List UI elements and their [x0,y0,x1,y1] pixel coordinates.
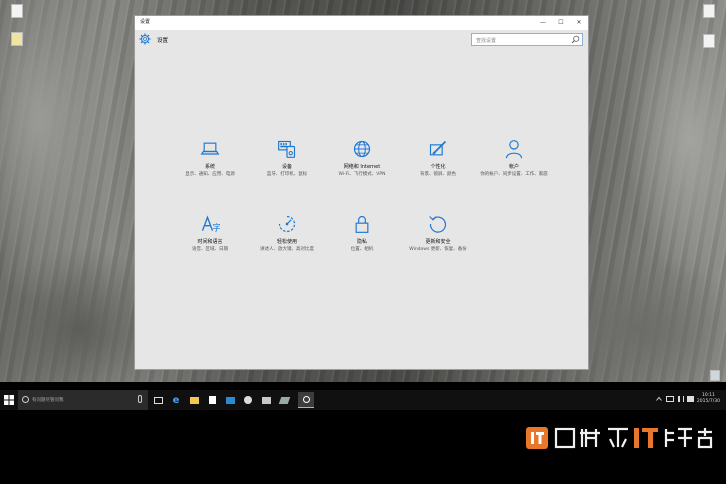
close-button[interactable]: ✕ [570,16,588,30]
taskbar-edge[interactable]: e [168,392,184,408]
globe-icon [353,140,371,158]
update-icon [429,216,447,233]
category-time-language[interactable]: 字 时间和语言 语音、区域、日期 [170,214,250,253]
category-system[interactable]: 系统 显示、通知、应用、电源 [170,139,250,178]
start-button[interactable] [0,390,18,410]
personalization-icon [429,140,447,156]
taskbar: 有问题尽管问我 e 10:11 2015/7/30 [0,390,726,410]
category-update-security[interactable]: 更新和安全 Windows 更新、恢复、备份 [398,214,478,253]
category-desc: 显示、通知、应用、电源 [185,172,235,177]
category-desc: 位置、相机 [350,247,374,252]
category-name: 网络和 Internet [343,164,381,170]
category-personalization[interactable]: 个性化 背景、锁屏、颜色 [398,139,478,178]
windows-logo-icon [4,395,14,405]
app-icon [278,396,290,404]
taskbar-store[interactable] [204,392,220,408]
action-center-icon[interactable] [687,396,694,402]
edge-icon: e [172,394,180,406]
minimize-button[interactable]: — [534,16,552,30]
gear-icon [139,33,151,45]
category-desc: 背景、锁屏、颜色 [420,172,456,177]
desktop-file-icon[interactable] [694,34,724,50]
category-desc: Windows 更新、恢复、备份 [409,247,467,252]
category-name: 帐户 [508,164,519,170]
folder-icon [189,396,199,404]
search-input[interactable]: 查找设置 [471,33,583,46]
taskbar-explorer[interactable] [186,392,202,408]
category-desc: 你的帐户、同步设置、工作、家庭 [480,172,548,177]
title-bar[interactable]: 设置 — ☐ ✕ [135,16,588,30]
category-desc: 蓝牙、打印机、鼠标 [266,172,308,177]
category-name: 时间和语言 [197,239,223,245]
cortana-search-box[interactable]: 有问题尽管问我 [18,390,148,410]
category-desc: 语音、区域、日期 [192,247,228,252]
microphone-icon[interactable] [138,395,142,403]
maximize-button[interactable]: ☐ [552,16,570,30]
time-language-icon: 字 [201,215,221,233]
category-name: 更新和安全 [425,239,451,245]
settings-window: 设置 — ☐ ✕ 设置 查找设置 系统 显示、通知、应用、电源 设备 蓝牙、打印… [134,15,589,370]
page-title: 设置 [157,38,169,44]
taskbar-app-mail[interactable] [222,392,238,408]
network-icon[interactable] [666,396,674,402]
task-view-button[interactable] [150,392,166,408]
laptop-icon [200,142,220,155]
svg-text:字: 字 [213,223,221,233]
clock-date: 2015/7/30 [696,399,720,404]
desktop-file-icon[interactable] [694,4,724,20]
taskbar-app[interactable] [240,392,256,408]
volume-icon[interactable] [678,396,684,402]
category-name: 系统 [204,164,215,170]
ease-of-access-icon [278,215,296,233]
taskbar-photos[interactable] [258,392,274,408]
ithome-watermark-logo [526,427,713,449]
taskbar-settings[interactable] [298,392,314,408]
person-icon [505,140,523,159]
cortana-placeholder: 有问题尽管问我 [32,398,64,403]
category-network[interactable]: 网络和 Internet Wi-Fi、飞行模式、VPN [322,139,402,178]
settings-header: 设置 查找设置 [135,30,588,56]
search-icon[interactable] [571,35,580,44]
chevron-up-icon[interactable] [656,396,662,402]
recycle-bin-icon[interactable] [700,370,726,381]
category-devices[interactable]: 设备 蓝牙、打印机、鼠标 [247,139,327,178]
taskbar-app[interactable] [276,392,292,408]
category-name: 设备 [281,164,292,170]
mail-icon [225,396,235,404]
category-privacy[interactable]: 隐私 位置、相机 [322,214,402,253]
desktop-file-icon[interactable] [2,4,32,20]
desktop-file-icon[interactable] [2,32,32,48]
devices-icon [278,140,296,158]
category-accounts[interactable]: 帐户 你的帐户、同步设置、工作、家庭 [474,139,554,178]
category-name: 轻松使用 [276,239,297,245]
cortana-icon [22,396,29,403]
category-name: 隐私 [356,239,367,245]
category-name: 个性化 [430,164,446,170]
category-desc: Wi-Fi、飞行模式、VPN [338,172,386,177]
app-icon [244,396,252,404]
photos-icon [261,396,271,404]
search-placeholder: 查找设置 [476,38,497,44]
lock-icon [355,216,369,233]
window-title: 设置 [140,19,151,25]
task-view-icon [153,396,163,404]
category-ease-of-access[interactable]: 轻松使用 讲述人、放大镜、高对比度 [247,214,327,253]
clock[interactable]: 10:11 2015/7/30 [697,393,720,405]
desktop-wallpaper: 设置 — ☐ ✕ 设置 查找设置 系统 显示、通知、应用、电源 设备 蓝牙、打印… [0,0,726,382]
store-icon [208,396,216,404]
category-desc: 讲述人、放大镜、高对比度 [260,247,314,252]
gear-icon [302,396,310,403]
